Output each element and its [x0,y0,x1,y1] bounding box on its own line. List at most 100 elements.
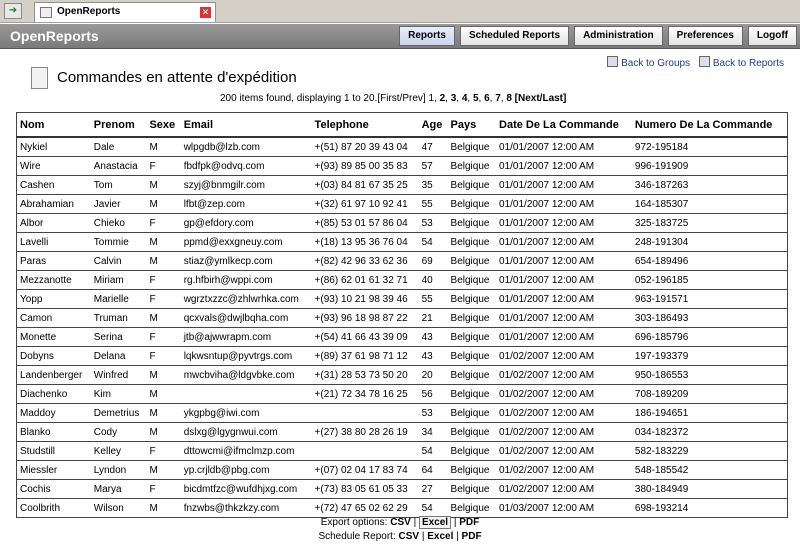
table-cell: Calvin [90,251,147,271]
table-cell: Studstill [16,441,91,461]
table-row: Nykiel Dale Mwlpgdb@lzb.com +(51) 87 20 39 … [16,137,788,157]
table-cell: 54 [418,232,448,252]
nav-administration-button[interactable]: Administration [574,26,663,46]
schedule-options: Schedule Report: CSV | Excel | PDF [0,531,800,542]
column-header: Sexe [146,112,181,138]
table-row: Paras Calvin Mstiaz@ymlkecp.com +(82) 42 96… [16,251,788,271]
back-arrow-icon[interactable]: ➜ [4,3,22,19]
table-cell: Kelley [90,441,147,461]
table-cell: Belgique [447,460,497,480]
table-cell: M [146,194,181,214]
table-cell: bicdmtfzc@wufdhjxg.com [180,479,312,499]
pager-summary: 200 items found, displaying 1 to 20. [220,93,378,104]
schedule-csv-link[interactable]: CSV [399,531,420,542]
schedule-sep-1: | [421,531,425,542]
table-cell: Paras [16,251,91,271]
nav-logoff-button[interactable]: Logoff [747,26,797,46]
browser-tab[interactable]: OpenReports ✕ [34,2,216,22]
export-excel-link[interactable]: Excel [418,516,452,529]
table-cell: Kim [90,384,147,404]
table-cell: Diachenko [16,384,91,404]
table-cell: 972-195184 [631,137,788,157]
table-row: Coolbrith Wilson Mfnzwbs@thkzkzy.com +(72) … [16,498,788,518]
table-cell: fnzwbs@thkzkzy.com [180,498,312,518]
export-pdf-link[interactable]: PDF [459,517,479,528]
close-icon[interactable]: ✕ [200,7,211,18]
table-cell: dslxg@lgygnwui.com [180,422,312,442]
table-cell: Miriam [90,270,147,290]
pager-next-last-link[interactable]: [Next/Last] [515,93,567,104]
pager-link-7[interactable]: 7 [495,93,501,104]
table-cell [311,441,419,461]
nav-preferences-button[interactable]: Preferences [667,26,743,46]
table-cell: 346-187263 [631,175,788,195]
table-cell: 303-186493 [631,308,788,328]
table-row: Lavelli Tommie Mppmd@exxgneuy.com +(18) 13 … [16,232,788,252]
table-cell: rg.hfbirh@wppi.com [180,270,312,290]
table-cell: 01/02/2007 12:00 AM [496,479,632,499]
pager-link-8[interactable]: 8 [506,93,512,104]
table-cell: 01/02/2007 12:00 AM [496,403,632,423]
table-cell: Abrahamian [16,194,91,214]
schedule-pdf-link[interactable]: PDF [462,531,482,542]
pager: 200 items found, displaying 1 to 20.[Fir… [220,93,567,104]
table-cell: Camon [16,308,91,328]
column-header: Pays [447,112,497,138]
export-sep-1: | [413,517,417,528]
table-cell: 01/02/2007 12:00 AM [496,422,632,442]
table-cell: 69 [418,251,448,271]
table-cell: M [146,232,181,252]
table-cell [311,403,419,423]
column-header: Age [418,112,448,138]
table-cell: Belgique [447,441,497,461]
table-cell: Coolbrith [16,498,91,518]
table-cell: Landenberger [16,365,91,385]
table-cell: 01/01/2007 12:00 AM [496,213,632,233]
table-cell: dttowcmi@ifmclmzp.com [180,441,312,461]
table-cell: stiaz@ymlkecp.com [180,251,312,271]
pager-link-5[interactable]: 5 [473,93,479,104]
back-to-reports-link[interactable]: Back to Reports [713,58,784,69]
table-cell: 53 [418,403,448,423]
table-cell: +(18) 13 95 36 76 04 [311,232,419,252]
main-nav: Reports Scheduled Reports Administration… [394,26,797,46]
table-row: Camon Truman Mqcxvals@dwjlbqha.com +(93) 96… [16,308,788,328]
table-cell: fbdfpk@odvq.com [180,156,312,176]
page-icon [40,7,52,18]
table-cell: 34 [418,422,448,442]
table-cell: 56 [418,384,448,404]
table-cell: 35 [418,175,448,195]
table-header-row: Nom Prenom Sexe Email Telephone Age Pays Date D… [16,112,788,138]
table-row: Diachenko Kim M +(21) 72 34 78 16 25 56 Belgi… [16,384,788,404]
table-cell: 01/02/2007 12:00 AM [496,460,632,480]
nav-scheduled-reports-button[interactable]: Scheduled Reports [459,26,570,46]
nav-reports-button[interactable]: Reports [399,26,455,46]
table-cell: Tom [90,175,147,195]
table-cell: Nykiel [16,137,91,157]
report-table: Nom Prenom Sexe Email Telephone Age Pays Date D… [16,112,788,518]
pager-link-2[interactable]: 2 [440,93,446,104]
table-cell: 01/01/2007 12:00 AM [496,194,632,214]
table-cell: F [146,156,181,176]
export-csv-link[interactable]: CSV [390,517,411,528]
table-cell: Belgique [447,213,497,233]
pager-link-6[interactable]: 6 [484,93,490,104]
table-cell: 57 [418,156,448,176]
table-cell: Javier [90,194,147,214]
table-row: Wire Anastacia Ffbdfpk@odvq.com +(93) 89 85… [16,156,788,176]
back-to-groups-link[interactable]: Back to Groups [621,58,690,69]
schedule-excel-link[interactable]: Excel [427,531,453,542]
export-sep-2: | [453,517,457,528]
pager-link-4[interactable]: 4 [462,93,468,104]
table-row: Abrahamian Javier Mlfbt@zep.com +(32) 61 97… [16,194,788,214]
pager-link-3[interactable]: 3 [451,93,457,104]
table-row: Cashen Tom Mszyj@bnmgilr.com +(03) 84 81 67… [16,175,788,195]
table-cell: Tommie [90,232,147,252]
table-cell: Marielle [90,289,147,309]
table-cell: 43 [418,327,448,347]
table-cell: Belgique [447,270,497,290]
table-cell: Belgique [447,137,497,157]
table-row: Maddoy Demetrius Mykgpbg@iwi.com 53 Belgique… [16,403,788,423]
table-cell: M [146,384,181,404]
table-cell: Lyndon [90,460,147,480]
